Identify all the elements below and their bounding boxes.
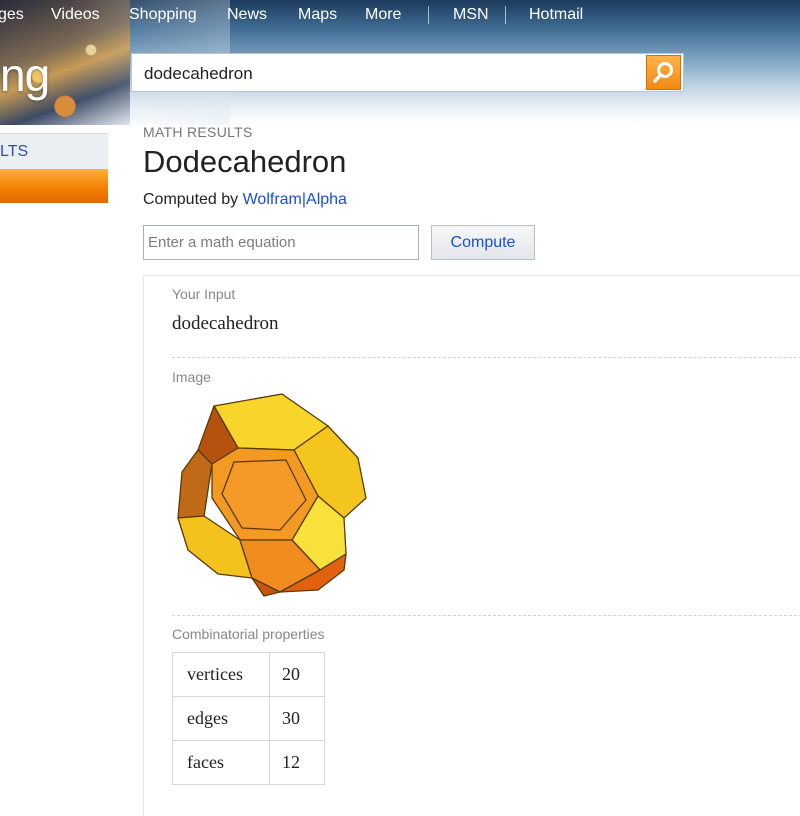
nav-more[interactable]: More [365,6,401,24]
property-name: faces [172,740,270,785]
section-label: MATH RESULTS [143,124,253,140]
table-row: vertices 20 [172,652,325,697]
page-title: Dodecahedron [143,144,347,179]
nav-shopping[interactable]: Shopping [129,6,197,24]
nav-images[interactable]: ges [0,6,24,24]
sidebar-accent-bar [0,169,108,203]
properties-table: vertices 20 edges 30 faces 12 [172,652,325,785]
search-button[interactable] [646,55,681,90]
nav-videos[interactable]: Videos [51,6,100,24]
search-input[interactable]: dodecahedron [131,53,684,92]
table-row: edges 30 [172,696,325,741]
search-query-text: dodecahedron [144,64,253,83]
pod-divider [172,615,800,616]
wolfram-alpha-link[interactable]: Wolfram|Alpha [243,191,347,208]
sidebar-item-label: LTS [0,143,29,160]
property-name: vertices [172,652,270,697]
combinatorial-label: Combinatorial properties [172,626,325,642]
property-name: edges [172,696,270,741]
computed-by-prefix: Computed by [143,191,243,208]
dodecahedron-image [177,393,367,597]
nav-news[interactable]: News [227,6,267,24]
top-nav: ges Videos Shopping News Maps More MSN H… [0,0,800,30]
nav-separator [505,6,506,24]
pod-divider [172,357,800,358]
bing-logo[interactable]: ng [0,48,50,102]
your-input-label: Your Input [172,286,236,302]
compute-button[interactable]: Compute [431,225,535,260]
nav-msn[interactable]: MSN [453,6,489,24]
image-label: Image [172,369,211,385]
property-value: 30 [269,696,325,741]
your-input-value: dodecahedron [172,313,279,334]
property-value: 20 [269,652,325,697]
nav-maps[interactable]: Maps [298,6,337,24]
computed-by: Computed by Wolfram|Alpha [143,191,347,209]
math-equation-input[interactable] [143,225,419,260]
search-icon [653,62,673,83]
table-row: faces 12 [172,740,325,785]
property-value: 12 [269,740,325,785]
nav-separator [428,6,429,24]
nav-hotmail[interactable]: Hotmail [529,6,583,24]
sidebar-item-results[interactable]: LTS [0,133,108,170]
